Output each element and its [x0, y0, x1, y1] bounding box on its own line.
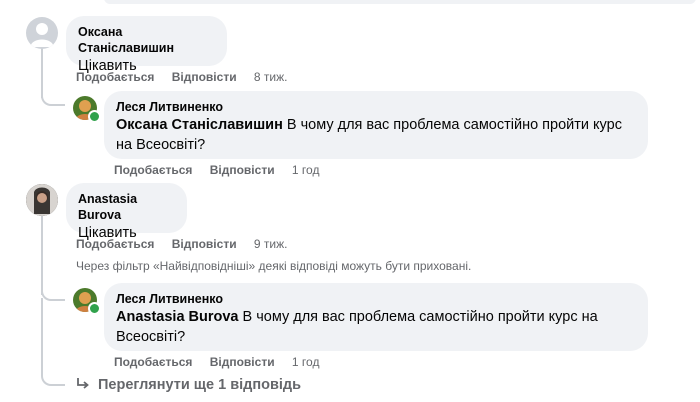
- reply-button[interactable]: Відповісти: [172, 70, 237, 84]
- comment-bubble: Оксана Станіславишин Цікавить: [66, 16, 227, 74]
- reply-time[interactable]: 1 год: [292, 163, 320, 177]
- reply-button[interactable]: Відповісти: [210, 163, 275, 177]
- thread-curve-1: [41, 88, 65, 106]
- like-button[interactable]: Подобається: [76, 237, 154, 251]
- comment-actions: Подобається Відповісти 9 тиж.: [76, 236, 288, 252]
- view-more-replies-button[interactable]: Переглянути ще 1 відповідь: [76, 375, 301, 395]
- like-button[interactable]: Подобається: [114, 163, 192, 177]
- comment-time[interactable]: 9 тиж.: [254, 237, 288, 251]
- comment-bubble: Anastasia Burova Цікавить: [66, 183, 187, 241]
- reply-bubble: Леся Литвиненко Anastasia Burova В чому …: [104, 283, 648, 351]
- like-button[interactable]: Подобається: [76, 70, 154, 84]
- filter-notice: Через фільтр «Найвідповідніші» деякі від…: [76, 259, 472, 273]
- comment-author[interactable]: Anastasia Burova: [78, 191, 175, 223]
- online-status-icon: [88, 302, 101, 315]
- default-avatar-icon[interactable]: [26, 17, 58, 49]
- user-avatar-icon[interactable]: [26, 184, 58, 216]
- online-status-icon: [88, 110, 101, 123]
- reply-actions: Подобається Відповісти 1 год: [114, 162, 319, 178]
- reply-arrow-icon: [76, 375, 90, 395]
- reply-button[interactable]: Відповісти: [172, 237, 237, 251]
- reply-time[interactable]: 1 год: [292, 355, 320, 369]
- comment-author[interactable]: Оксана Станіславишин: [78, 24, 215, 56]
- comment-actions: Подобається Відповісти 8 тиж.: [76, 69, 288, 85]
- mention-link[interactable]: Оксана Станіславишин: [116, 117, 283, 133]
- reply-actions: Подобається Відповісти 1 год: [114, 354, 319, 370]
- reply-button[interactable]: Відповісти: [210, 355, 275, 369]
- thread-line-2: [41, 215, 43, 295]
- comment-time[interactable]: 8 тиж.: [254, 70, 288, 84]
- view-more-label: Переглянути ще 1 відповідь: [98, 377, 302, 393]
- reply-bubble: Леся Литвиненко Оксана Станіславишин В ч…: [104, 91, 648, 159]
- thread-line-3: [41, 298, 43, 374]
- mention-link[interactable]: Anastasia Burova: [116, 309, 239, 325]
- reply-text: Оксана Станіславишин В чому для вас проб…: [116, 115, 636, 155]
- thread-curve-2: [41, 285, 65, 301]
- like-button[interactable]: Подобається: [114, 355, 192, 369]
- reply-author[interactable]: Леся Литвиненко: [116, 291, 636, 307]
- previous-comment-bubble-edge: [104, 0, 696, 4]
- reply-text: Anastasia Burova В чому для вас проблема…: [116, 307, 636, 347]
- thread-curve-3: [41, 364, 65, 386]
- reply-author[interactable]: Леся Литвиненко: [116, 99, 636, 115]
